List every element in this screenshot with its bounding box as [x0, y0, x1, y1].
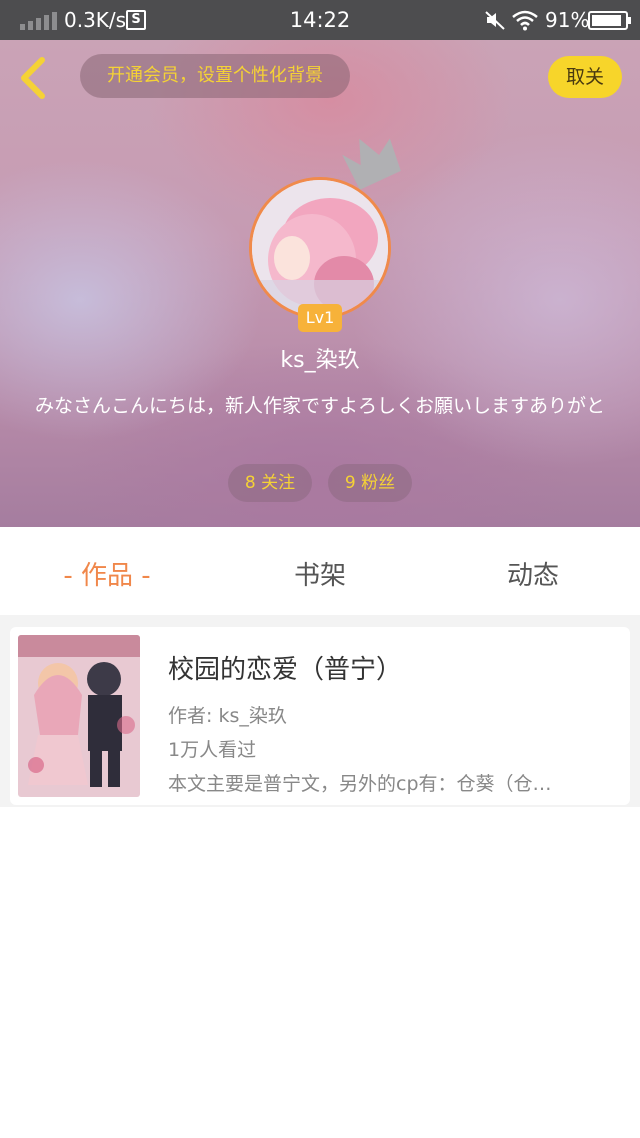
mute-icon	[485, 11, 505, 30]
battery-icon	[588, 11, 631, 30]
profile-tabs: - 作品 - 书架 动态	[0, 527, 640, 615]
vip-promo-button[interactable]: 开通会员，设置个性化背景	[80, 54, 350, 98]
book-description: 本文主要是普宁文，另外的cp有：仓葵（仓…	[168, 773, 552, 795]
username: ks_染玖	[280, 348, 360, 373]
avatar-image	[252, 180, 388, 316]
book-title: 校园的恋爱（普宁）	[168, 655, 403, 685]
book-author: 作者: ks_染玖	[168, 705, 287, 727]
avatar[interactable]	[249, 177, 391, 319]
level-badge: Lv1	[298, 304, 342, 332]
status-bar: 0.3K/s S 14:22 91%	[0, 0, 640, 40]
profile-header: 开通会员，设置个性化背景 取关 Lv1 ks_染玖 みなさんこんにちは，新人作家…	[0, 40, 640, 527]
crown-icon	[342, 138, 401, 190]
clock: 14:22	[289, 8, 351, 32]
fans-count-button[interactable]: 9 粉丝	[328, 464, 412, 502]
list-item[interactable]: 校园的恋爱（普宁） 作者: ks_染玖 1万人看过 本文主要是普宁文，另外的cp…	[10, 627, 630, 805]
battery-percent: 91%	[545, 8, 590, 32]
bio: みなさんこんにちは，新人作家ですよろしくお願いしますありがと	[34, 395, 605, 417]
book-views: 1万人看过	[168, 739, 257, 761]
unfollow-button[interactable]: 取关	[548, 56, 622, 98]
following-count-button[interactable]: 8 关注	[228, 464, 312, 502]
tab-feed[interactable]: 动态	[426, 555, 640, 592]
back-button[interactable]	[12, 54, 56, 102]
works-list: 校园的恋爱（普宁） 作者: ks_染玖 1万人看过 本文主要是普宁文，另外的cp…	[0, 615, 640, 1138]
tab-bookshelf[interactable]: 书架	[213, 555, 427, 592]
wifi-icon	[512, 10, 538, 31]
chevron-left-icon	[21, 57, 45, 99]
book-cover-image	[18, 635, 140, 797]
tab-works[interactable]: - 作品 -	[0, 555, 214, 592]
